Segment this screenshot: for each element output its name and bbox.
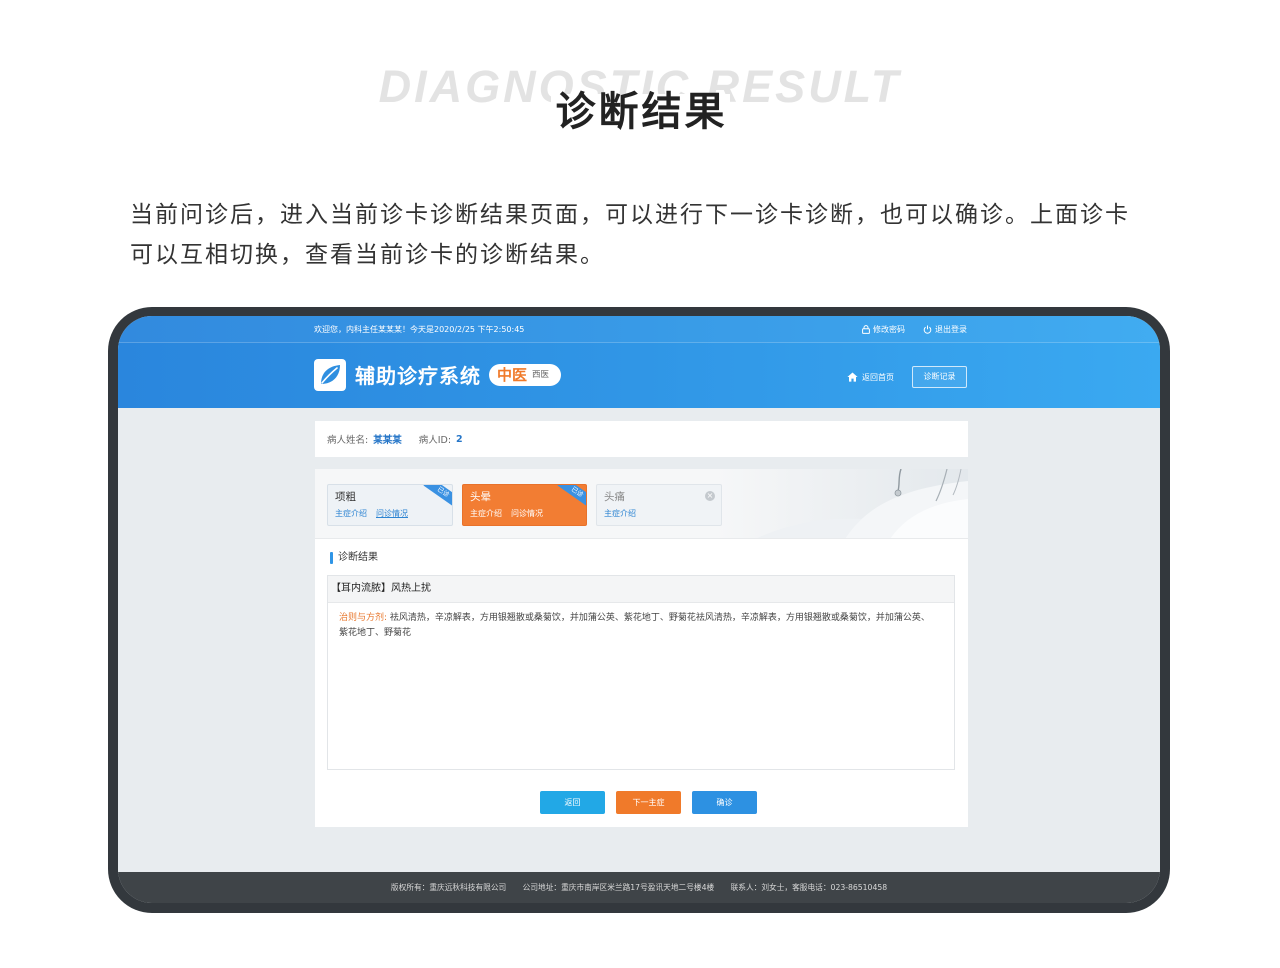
diagnosis-result-box: 【耳内流脓】风热上扰 治则与方剂: 祛风清热，辛凉解表，方用银翘散或桑菊饮，并加…	[327, 575, 955, 770]
treatment-label: 治则与方剂:	[339, 613, 388, 623]
patient-name-label: 病人姓名:	[327, 435, 369, 446]
lock-body	[862, 328, 870, 334]
mode-tcm[interactable]: 中医	[497, 364, 527, 386]
home-icon	[847, 372, 858, 382]
diagnosed-badge: 已诊	[423, 485, 452, 509]
result-content: 治则与方剂: 祛风清热，辛凉解表，方用银翘散或桑菊饮，并加蒲公英、紫花地丁、野菊…	[328, 603, 954, 641]
app-body: 病人姓名: 某某某 病人ID: 2 项粗 主症介绍 问诊情况 已诊 头晕 主症介…	[118, 408, 1160, 872]
welcome-text: 欢迎您，内科主任某某某！今天是2020/2/25 下午2:50:45	[314, 325, 525, 334]
diagnosis-card-panel: 项粗 主症介绍 问诊情况 已诊 头晕 主症介绍 问诊情况 已诊 头痛 主症介绍 …	[315, 469, 968, 827]
symptom-intro-link[interactable]: 主症介绍	[604, 508, 636, 520]
app-screen: 欢迎您，内科主任某某某！今天是2020/2/25 下午2:50:45 修改密码	[118, 316, 1160, 903]
device-frame: 欢迎您，内科主任某某某！今天是2020/2/25 下午2:50:45 修改密码	[108, 307, 1170, 913]
diagnosis-records-button[interactable]: 诊断记录	[912, 366, 967, 388]
home-link[interactable]: 返回首页	[847, 369, 894, 385]
patient-id-value: 2	[456, 433, 463, 445]
section-title-text: 诊断结果	[338, 552, 378, 563]
topbar: 欢迎您，内科主任某某某！今天是2020/2/25 下午2:50:45 修改密码	[118, 316, 1160, 343]
patient-info-card: 病人姓名: 某某某 病人ID: 2	[315, 421, 968, 457]
consultation-link[interactable]: 问诊情况	[511, 508, 543, 520]
diagnosis-card-1[interactable]: 项粗 主症介绍 问诊情况 已诊	[327, 484, 453, 526]
section-title: 诊断结果	[330, 552, 378, 564]
footer-copyright: 版权所有：重庆远秋科技有限公司	[390, 883, 507, 892]
close-icon[interactable]: ×	[705, 491, 715, 501]
lock-icon	[862, 325, 870, 334]
change-password-label: 修改密码	[873, 325, 905, 334]
card-title: 头痛	[604, 491, 625, 503]
logout-label: 退出登录	[935, 325, 967, 334]
patient-id-label: 病人ID:	[418, 435, 452, 446]
result-heading: 【耳内流脓】风热上扰	[328, 576, 954, 603]
brand-bar: 辅助诊疗系统 中医 西医 返回首页 诊断记录	[118, 343, 1160, 408]
app-header: 欢迎您，内科主任某某某！今天是2020/2/25 下午2:50:45 修改密码	[118, 316, 1160, 408]
card-title: 项粗	[335, 491, 356, 503]
leaf-icon[interactable]	[314, 359, 346, 391]
confirm-diagnosis-button[interactable]: 确诊	[692, 791, 757, 814]
hero-title-text: 诊断结果	[550, 92, 730, 132]
next-symptom-button[interactable]: 下一主症	[616, 791, 681, 814]
consultation-link[interactable]: 问诊情况	[376, 508, 408, 520]
diagnosis-card-3[interactable]: 头痛 主症介绍 ×	[596, 484, 722, 526]
app-footer: 版权所有：重庆远秋科技有限公司 公司地址：重庆市南岸区米兰路17号盈讯天地二号楼…	[118, 872, 1160, 903]
patient-name-value: 某某某	[373, 435, 402, 446]
stethoscope-chestpiece	[894, 489, 902, 497]
hero-title: 诊断结果	[0, 92, 1280, 132]
mode-switch: 中医 西医	[489, 364, 561, 386]
diagnosed-badge: 已诊	[557, 485, 586, 509]
power-icon	[923, 325, 932, 334]
doctor-background-image	[715, 469, 968, 538]
card-links: 主症介绍 问诊情况	[470, 508, 552, 520]
footer-contact: 联系人：刘女士，客服电话：023-86510458	[730, 883, 888, 892]
treatment-text: 祛风清热，辛凉解表，方用银翘散或桑菊饮，并加蒲公英、紫花地丁、野菊花祛风清热，辛…	[339, 613, 930, 638]
diagnosis-card-2[interactable]: 头晕 主症介绍 问诊情况 已诊	[462, 484, 587, 526]
footer-address: 公司地址：重庆市南岸区米兰路17号盈讯天地二号楼4楼	[522, 883, 715, 892]
card-title: 头晕	[470, 491, 491, 503]
home-label: 返回首页	[862, 372, 894, 382]
app-title: 辅助诊疗系统	[355, 364, 481, 388]
home-shape	[847, 372, 858, 382]
logout-link[interactable]: 退出登录	[923, 316, 967, 343]
diagnosis-card-tabs: 项粗 主症介绍 问诊情况 已诊 头晕 主症介绍 问诊情况 已诊 头痛 主症介绍 …	[315, 469, 968, 539]
page: DIAGNOSTIC RESULT 诊断结果 当前问诊后，进入当前诊卡诊断结果页…	[0, 0, 1280, 968]
section-accent-bar	[330, 552, 333, 564]
mode-western[interactable]: 西医	[532, 364, 549, 386]
symptom-intro-link[interactable]: 主症介绍	[335, 508, 367, 520]
card-links: 主症介绍 问诊情况	[335, 508, 417, 520]
back-button[interactable]: 返回	[540, 791, 605, 814]
card-links: 主症介绍	[604, 508, 645, 520]
change-password-link[interactable]: 修改密码	[862, 316, 905, 343]
symptom-intro-link[interactable]: 主症介绍	[470, 508, 502, 520]
hero-description: 当前问诊后，进入当前诊卡诊断结果页面，可以进行下一诊卡诊断，也可以确诊。上面诊卡…	[130, 202, 1130, 268]
